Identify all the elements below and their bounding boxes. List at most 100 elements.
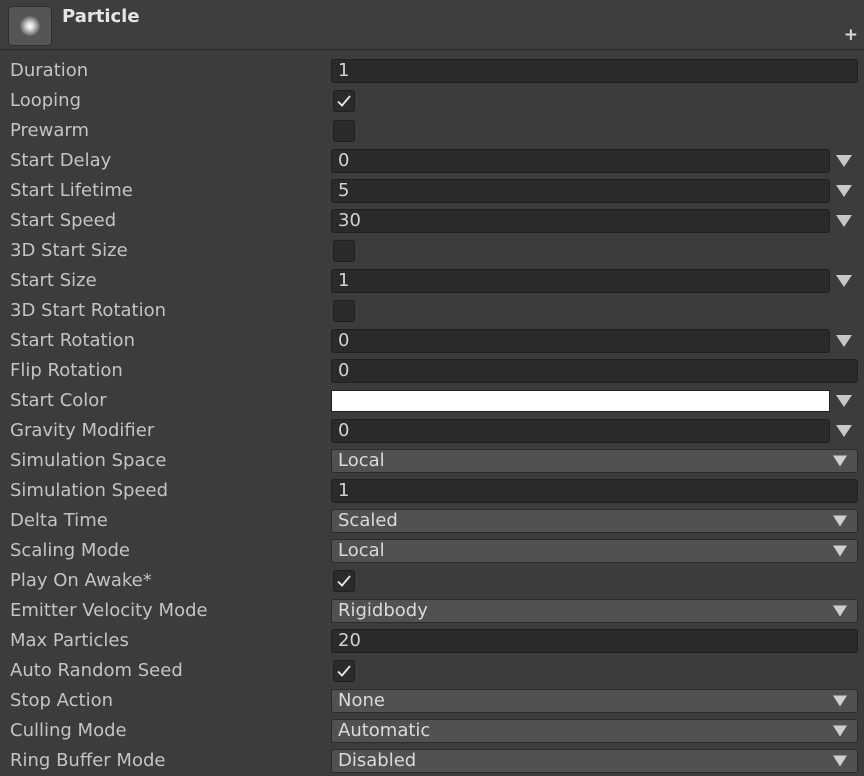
property-label-scaling-mode: Scaling Mode bbox=[10, 540, 130, 561]
property-label-delta-time: Delta Time bbox=[10, 510, 108, 531]
property-row-start-color: Start Color bbox=[0, 386, 864, 416]
property-row-start-size: Start Size 1 bbox=[0, 266, 864, 296]
chevron-down-icon[interactable] bbox=[833, 725, 847, 737]
culling-mode-dropdown[interactable]: Automatic bbox=[331, 719, 858, 743]
property-row-duration: Duration 1 bbox=[0, 56, 864, 86]
prewarm-checkbox[interactable] bbox=[333, 120, 355, 142]
property-row-gravity-modifier: Gravity Modifier 0 bbox=[0, 416, 864, 446]
start-speed-field[interactable]: 30 bbox=[331, 209, 830, 233]
property-row-start-delay: Start Delay 0 bbox=[0, 146, 864, 176]
property-row-prewarm: Prewarm bbox=[0, 116, 864, 146]
delta-time-dropdown-value: Scaled bbox=[338, 510, 398, 531]
property-row-start-speed: Start Speed 30 bbox=[0, 206, 864, 236]
property-row-stop-action: Stop Action None bbox=[0, 686, 864, 716]
property-row-flip-rotation: Flip Rotation 0 bbox=[0, 356, 864, 386]
start-delay-field[interactable]: 0 bbox=[331, 149, 830, 173]
start-size-field[interactable]: 1 bbox=[331, 269, 830, 293]
property-row-start-lifetime: Start Lifetime 5 bbox=[0, 176, 864, 206]
property-row-play-on-awake: Play On Awake* bbox=[0, 566, 864, 596]
property-label-start-size: Start Size bbox=[10, 270, 97, 291]
particle-icon bbox=[8, 6, 52, 46]
start-size-mode-dropdown-icon[interactable] bbox=[836, 273, 852, 289]
start-lifetime-field[interactable]: 5 bbox=[331, 179, 830, 203]
start-delay-mode-dropdown-icon[interactable] bbox=[836, 153, 852, 169]
property-label-3d-start-size: 3D Start Size bbox=[10, 240, 128, 261]
property-row-emitter-velocity-mode: Emitter Velocity Mode Rigidbody bbox=[0, 596, 864, 626]
property-row-auto-random-seed: Auto Random Seed bbox=[0, 656, 864, 686]
property-row-simulation-speed: Simulation Speed 1 bbox=[0, 476, 864, 506]
property-row-delta-time: Delta Time Scaled bbox=[0, 506, 864, 536]
checkmark-icon bbox=[337, 575, 351, 587]
property-label-start-delay: Start Delay bbox=[10, 150, 112, 171]
simulation-space-dropdown[interactable]: Local bbox=[331, 449, 858, 473]
chevron-down-icon[interactable] bbox=[833, 605, 847, 617]
3d-start-rotation-checkbox[interactable] bbox=[333, 300, 355, 322]
gravity-modifier-mode-dropdown-icon[interactable] bbox=[836, 423, 852, 439]
property-label-stop-action: Stop Action bbox=[10, 690, 114, 711]
start-lifetime-mode-dropdown-icon[interactable] bbox=[836, 183, 852, 199]
ring-buffer-mode-dropdown-value: Disabled bbox=[338, 750, 417, 771]
property-label-simulation-space: Simulation Space bbox=[10, 450, 167, 471]
property-label-play-on-awake: Play On Awake* bbox=[10, 570, 152, 591]
property-row-max-particles: Max Particles 20 bbox=[0, 626, 864, 656]
property-row-ring-buffer-mode: Ring Buffer Mode Disabled bbox=[0, 746, 864, 776]
stop-action-dropdown-value: None bbox=[338, 690, 385, 711]
start-color-mode-dropdown-icon[interactable] bbox=[836, 393, 852, 409]
flip-rotation-field[interactable]: 0 bbox=[331, 359, 858, 383]
checkmark-icon bbox=[337, 95, 351, 107]
chevron-down-icon[interactable] bbox=[833, 755, 847, 767]
module-header[interactable]: Particle + bbox=[0, 0, 864, 50]
auto-random-seed-checkbox[interactable] bbox=[333, 660, 355, 682]
property-list: Duration 1 Looping Prewarm Start Delay 0 Start… bbox=[0, 56, 864, 776]
stop-action-dropdown[interactable]: None bbox=[331, 689, 858, 713]
play-on-awake-checkbox[interactable] bbox=[333, 570, 355, 592]
property-row-start-rotation: Start Rotation 0 bbox=[0, 326, 864, 356]
chevron-down-icon[interactable] bbox=[833, 515, 847, 527]
scaling-mode-dropdown[interactable]: Local bbox=[331, 539, 858, 563]
max-particles-field[interactable]: 20 bbox=[331, 629, 858, 653]
start-rotation-field[interactable]: 0 bbox=[331, 329, 830, 353]
property-row-scaling-mode: Scaling Mode Local bbox=[0, 536, 864, 566]
property-label-start-rotation: Start Rotation bbox=[10, 330, 135, 351]
start-speed-mode-dropdown-icon[interactable] bbox=[836, 213, 852, 229]
property-label-flip-rotation: Flip Rotation bbox=[10, 360, 123, 381]
property-row-3d-start-size: 3D Start Size bbox=[0, 236, 864, 266]
property-label-duration: Duration bbox=[10, 60, 89, 81]
property-row-simulation-space: Simulation Space Local bbox=[0, 446, 864, 476]
property-label-auto-random-seed: Auto Random Seed bbox=[10, 660, 183, 681]
chevron-down-icon[interactable] bbox=[833, 545, 847, 557]
3d-start-size-checkbox[interactable] bbox=[333, 240, 355, 262]
property-label-culling-mode: Culling Mode bbox=[10, 720, 127, 741]
duration-field[interactable]: 1 bbox=[331, 59, 858, 83]
property-label-start-color: Start Color bbox=[10, 390, 107, 411]
property-row-3d-start-rotation: 3D Start Rotation bbox=[0, 296, 864, 326]
emitter-velocity-mode-dropdown-value: Rigidbody bbox=[338, 600, 428, 621]
module-title: Particle bbox=[62, 6, 140, 27]
property-label-emitter-velocity-mode: Emitter Velocity Mode bbox=[10, 600, 208, 621]
property-label-3d-start-rotation: 3D Start Rotation bbox=[10, 300, 167, 321]
checkmark-icon bbox=[337, 665, 351, 677]
ring-buffer-mode-dropdown[interactable]: Disabled bbox=[331, 749, 858, 773]
simulation-speed-field[interactable]: 1 bbox=[331, 479, 858, 503]
start-color-swatch[interactable] bbox=[331, 390, 830, 412]
property-label-start-lifetime: Start Lifetime bbox=[10, 180, 133, 201]
property-label-prewarm: Prewarm bbox=[10, 120, 89, 141]
property-label-gravity-modifier: Gravity Modifier bbox=[10, 420, 155, 441]
gravity-modifier-field[interactable]: 0 bbox=[331, 419, 830, 443]
property-label-simulation-speed: Simulation Speed bbox=[10, 480, 169, 501]
emitter-velocity-mode-dropdown[interactable]: Rigidbody bbox=[331, 599, 858, 623]
particle-glow bbox=[20, 16, 40, 36]
start-rotation-mode-dropdown-icon[interactable] bbox=[836, 333, 852, 349]
simulation-space-dropdown-value: Local bbox=[338, 450, 385, 471]
culling-mode-dropdown-value: Automatic bbox=[338, 720, 431, 741]
chevron-down-icon[interactable] bbox=[833, 695, 847, 707]
property-label-ring-buffer-mode: Ring Buffer Mode bbox=[10, 750, 166, 771]
property-label-looping: Looping bbox=[10, 90, 81, 111]
property-row-looping: Looping bbox=[0, 86, 864, 116]
property-row-culling-mode: Culling Mode Automatic bbox=[0, 716, 864, 746]
property-label-start-speed: Start Speed bbox=[10, 210, 117, 231]
delta-time-dropdown[interactable]: Scaled bbox=[331, 509, 858, 533]
chevron-down-icon[interactable] bbox=[833, 455, 847, 467]
plus-icon[interactable]: + bbox=[844, 27, 858, 44]
looping-checkbox[interactable] bbox=[333, 90, 355, 112]
